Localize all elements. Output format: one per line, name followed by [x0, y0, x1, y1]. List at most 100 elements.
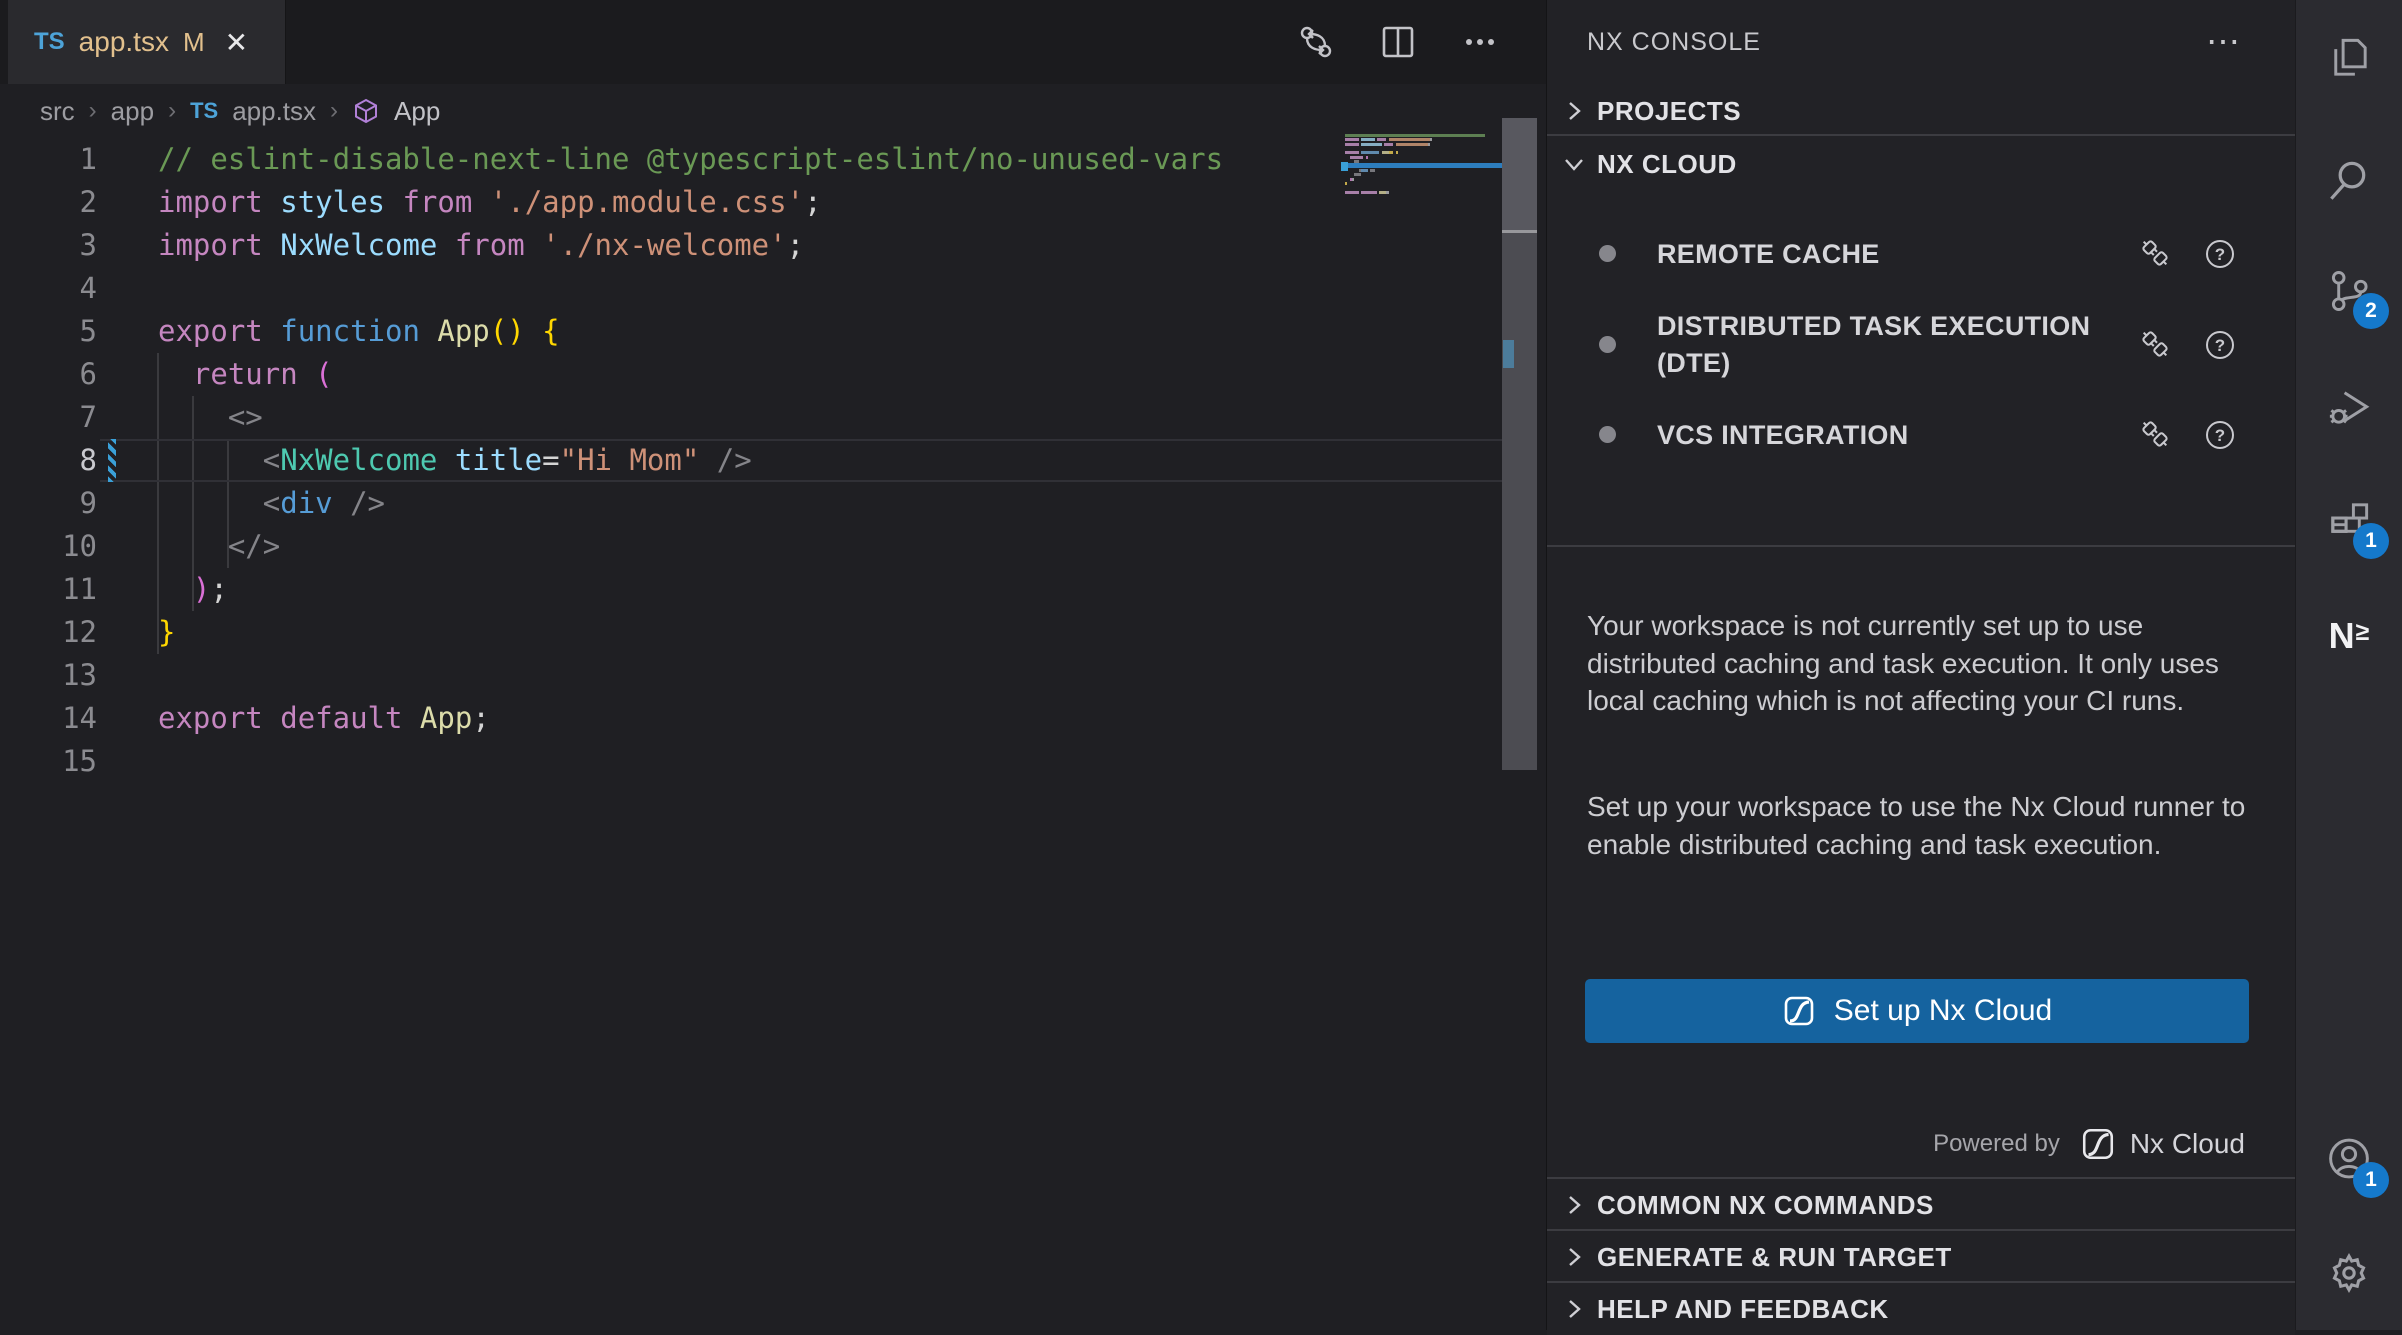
breadcrumb-src[interactable]: src [40, 96, 75, 127]
token-gold: () [490, 314, 525, 348]
token-pl [437, 443, 454, 477]
token-br: < [263, 486, 280, 520]
token-pl [699, 443, 716, 477]
token-pl [158, 400, 228, 434]
svg-text:?: ? [2215, 426, 2225, 445]
token-tag: function [280, 314, 420, 348]
nx-cloud-logo-icon [2080, 1126, 2116, 1162]
minimap-current-line [1343, 163, 1503, 168]
token-pun: ; [472, 701, 489, 735]
scrollbar-slider-top [1502, 118, 1537, 230]
token-pl [263, 314, 280, 348]
token-str: './app.module.css' [490, 185, 804, 219]
badge-count: 1 [2353, 1162, 2389, 1198]
breadcrumb-separator: › [330, 97, 338, 125]
breadcrumb-file[interactable]: app.tsx [232, 96, 316, 127]
activity-bar: 2 1 N≥ 1 [2295, 0, 2402, 1330]
typescript-file-icon: TS [190, 98, 218, 124]
section-help-and-feedback[interactable]: HELP AND FEEDBACK [1547, 1281, 2295, 1335]
token-fn: App [420, 701, 472, 735]
line-number: 4 [0, 267, 97, 310]
chevron-right-icon [1561, 1244, 1587, 1270]
line-number: 10 [0, 525, 97, 568]
minimap-line [1345, 134, 1485, 137]
minimap-line [1345, 191, 1389, 194]
close-tab-icon[interactable]: ✕ [225, 26, 248, 59]
token-pl [333, 486, 350, 520]
token-cls: NxWelcome [280, 443, 437, 477]
line-number: 1 [0, 138, 97, 181]
explorer-icon[interactable] [2321, 30, 2377, 86]
nx-cloud-item-label[interactable]: REMOTE CACHE [1657, 236, 2137, 273]
tab-filename: app.tsx [79, 26, 169, 58]
section-generate-run-target[interactable]: GENERATE & RUN TARGET [1547, 1229, 2295, 1283]
token-var: styles [280, 185, 385, 219]
accounts-icon[interactable]: 1 [2321, 1132, 2377, 1188]
token-br: /> [717, 443, 752, 477]
nx-cloud-item-label[interactable]: DISTRIBUTED TASK EXECUTION (DTE) [1657, 308, 2137, 382]
breadcrumb: src › app › TS app.tsx › App [0, 84, 1546, 138]
line-number: 3 [0, 224, 97, 267]
connect-plug-icon[interactable] [2139, 418, 2173, 452]
line-number: 2 [0, 181, 97, 224]
editor-scrollbar[interactable] [1502, 0, 1537, 1330]
token-pl [298, 357, 315, 391]
source-control-icon[interactable]: 2 [2321, 263, 2377, 319]
settings-gear-icon[interactable] [2321, 1245, 2377, 1301]
setup-suggestion-text: Set up your workspace to use the Nx Clou… [1587, 788, 2255, 863]
run-debug-icon[interactable] [2321, 378, 2377, 434]
section-label: COMMON NX COMMANDS [1597, 1190, 1934, 1221]
breadcrumb-app[interactable]: app [111, 96, 154, 127]
editor-actions [1296, 0, 1500, 84]
question-icon[interactable]: ? [2203, 328, 2237, 362]
line-number: 8 [0, 439, 97, 482]
token-orc: ( [315, 357, 332, 391]
overview-ruler-modified-marker [1503, 340, 1514, 368]
nx-console-panel: NX CONSOLE ⋯ PROJECTS NX CLOUD ?REMOTE C… [1546, 0, 2295, 1330]
compare-changes-icon[interactable] [1296, 22, 1336, 62]
connect-plug-icon[interactable] [2139, 237, 2173, 271]
connect-plug-icon[interactable] [2139, 328, 2173, 362]
setup-nx-cloud-button[interactable]: Set up Nx Cloud [1585, 979, 2249, 1043]
editor-region: TS app.tsx M ✕ [0, 0, 1546, 1330]
panel-more-actions-icon[interactable]: ⋯ [2206, 22, 2243, 62]
section-nx-cloud[interactable]: NX CLOUD [1547, 136, 2295, 192]
extensions-icon[interactable]: 1 [2321, 493, 2377, 549]
token-cm: // eslint-disable-next-line @typescript-… [158, 142, 1223, 176]
section-common-nx-commands[interactable]: COMMON NX COMMANDS [1547, 1177, 2295, 1231]
token-pl [263, 228, 280, 262]
token-pl [158, 443, 263, 477]
token-pun: ; [210, 572, 227, 606]
question-icon[interactable]: ? [2203, 418, 2237, 452]
line-number: 12 [0, 611, 97, 654]
nx-cloud-item-label[interactable]: VCS INTEGRATION [1657, 417, 2137, 454]
token-pl [525, 228, 542, 262]
token-str: "Hi Mom" [560, 443, 700, 477]
minimap-line [1345, 182, 1347, 185]
breadcrumb-symbol[interactable]: App [394, 96, 440, 127]
gutter-modified-indicator [108, 439, 116, 482]
minimap-line [1345, 169, 1375, 172]
token-pl [472, 185, 489, 219]
search-icon[interactable] [2321, 153, 2377, 209]
svg-text:?: ? [2215, 336, 2225, 355]
more-actions-icon[interactable] [1460, 22, 1500, 62]
badge-count: 1 [2353, 523, 2389, 559]
split-editor-icon[interactable] [1378, 22, 1418, 62]
token-tag: div [280, 486, 332, 520]
token-pl [263, 185, 280, 219]
scrollbar-divider [1502, 230, 1537, 233]
tab-app-tsx[interactable]: TS app.tsx M ✕ [8, 0, 286, 84]
workspace-status-text: Your workspace is not currently set up t… [1587, 607, 2255, 720]
line-number: 15 [0, 740, 97, 783]
nx-console-icon[interactable]: N≥ [2321, 608, 2377, 664]
section-projects[interactable]: PROJECTS [1547, 88, 2295, 134]
token-pl [525, 314, 542, 348]
token-pl [158, 357, 193, 391]
tab-bar: TS app.tsx M ✕ [0, 0, 1546, 84]
token-pl [437, 228, 454, 262]
token-br: < [263, 443, 280, 477]
content-divider [1547, 545, 2295, 547]
question-icon[interactable]: ? [2203, 237, 2237, 271]
chevron-right-icon [1561, 1296, 1587, 1322]
